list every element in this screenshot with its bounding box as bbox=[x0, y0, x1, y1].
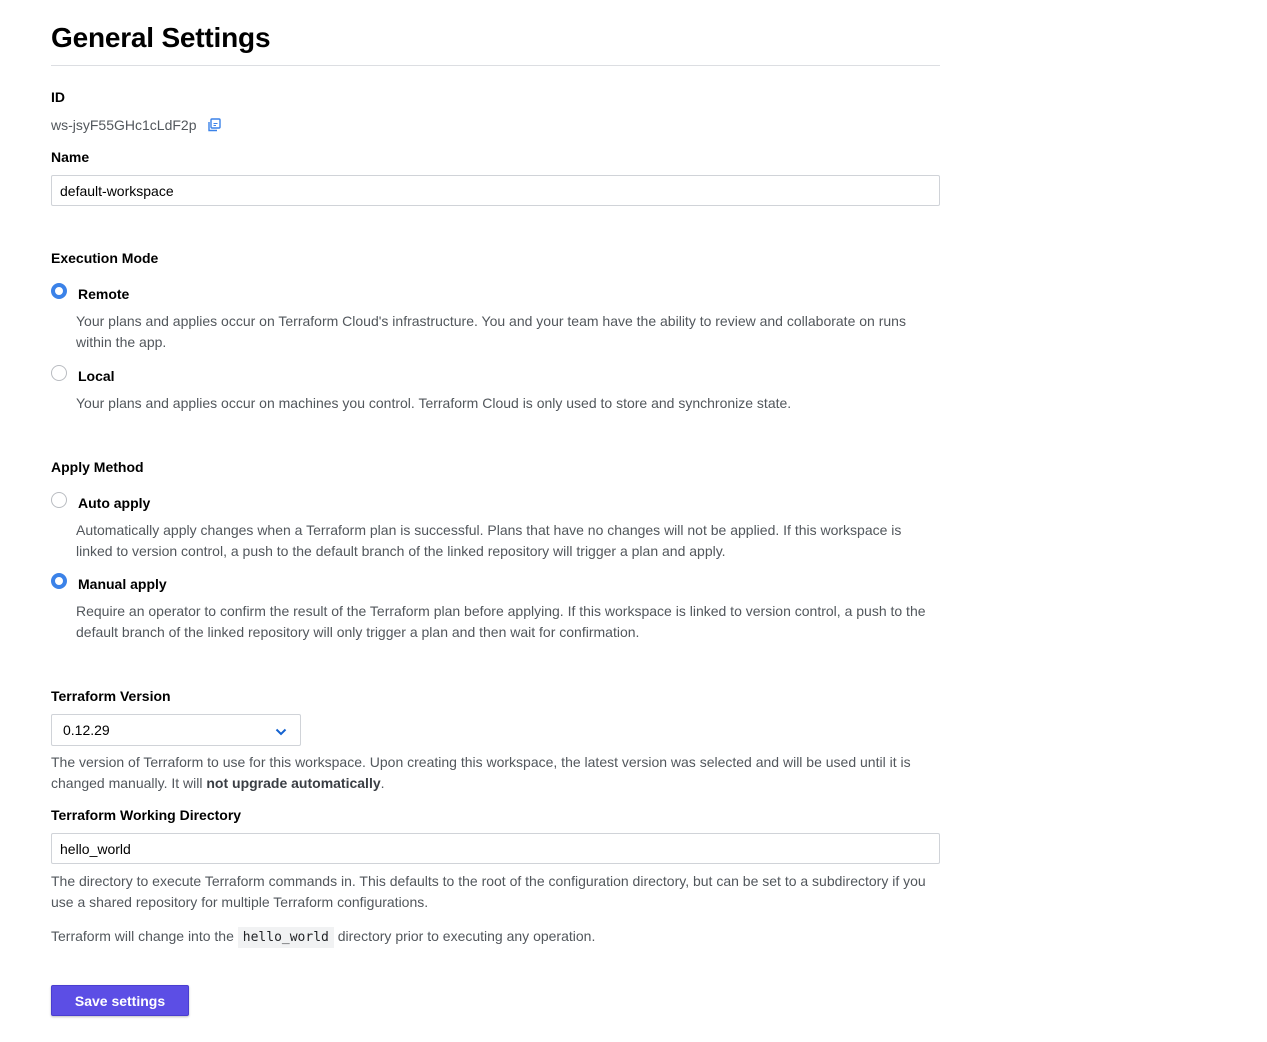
workspace-id: ws-jsyF55GHc1cLdF2p bbox=[51, 117, 221, 133]
name-input[interactable] bbox=[51, 175, 940, 206]
terraform-version-select[interactable]: 0.12.29 bbox=[51, 714, 301, 746]
terraform-version-help-suffix: . bbox=[380, 775, 385, 791]
working-directory-help: The directory to execute Terraform comma… bbox=[51, 873, 926, 910]
apply-method-auto-description: Automatically apply changes when a Terra… bbox=[76, 522, 902, 559]
copy-icon[interactable] bbox=[207, 118, 221, 132]
title-divider bbox=[51, 65, 940, 66]
apply-method-auto-radio[interactable] bbox=[51, 492, 67, 508]
execution-mode-label: Execution Mode bbox=[51, 250, 159, 266]
working-directory-code: hello_world bbox=[237, 927, 334, 948]
working-directory-input[interactable] bbox=[51, 833, 940, 864]
chevron-down-icon bbox=[275, 725, 287, 737]
working-directory-note-prefix: Terraform will change into the bbox=[51, 928, 238, 944]
save-settings-button[interactable]: Save settings bbox=[51, 985, 189, 1016]
apply-method-auto-label[interactable]: Auto apply bbox=[78, 495, 150, 511]
execution-mode-remote-description: Your plans and applies occur on Terrafor… bbox=[76, 313, 906, 350]
working-directory-note-suffix: directory prior to executing any operati… bbox=[333, 928, 596, 944]
working-directory-label: Terraform Working Directory bbox=[51, 807, 242, 823]
page-title: General Settings bbox=[51, 22, 271, 53]
execution-mode-remote-label[interactable]: Remote bbox=[78, 286, 129, 302]
execution-mode-local-description: Your plans and applies occur on machines… bbox=[76, 395, 792, 411]
name-label: Name bbox=[51, 149, 90, 165]
terraform-version-help-bold: not upgrade automatically bbox=[206, 775, 381, 791]
execution-mode-local-radio[interactable] bbox=[51, 365, 67, 381]
working-directory-note: Terraform will change into the hello_wor… bbox=[51, 926, 940, 948]
terraform-version-label: Terraform Version bbox=[51, 688, 171, 704]
terraform-version-value: 0.12.29 bbox=[63, 722, 110, 738]
workspace-id-value: ws-jsyF55GHc1cLdF2p bbox=[51, 117, 197, 133]
apply-method-manual-description: Require an operator to confirm the resul… bbox=[76, 603, 926, 640]
terraform-version-help-text: The version of Terraform to use for this… bbox=[51, 754, 911, 791]
execution-mode-local-label[interactable]: Local bbox=[78, 368, 115, 384]
id-label: ID bbox=[51, 89, 65, 105]
settings-page: General Settings ID ws-jsyF55GHc1cLdF2p … bbox=[0, 0, 1267, 1042]
execution-mode-remote-radio[interactable] bbox=[51, 283, 67, 299]
terraform-version-help: The version of Terraform to use for this… bbox=[51, 752, 940, 794]
apply-method-manual-radio[interactable] bbox=[51, 573, 67, 589]
apply-method-label: Apply Method bbox=[51, 459, 144, 475]
apply-method-manual-label[interactable]: Manual apply bbox=[78, 576, 167, 592]
